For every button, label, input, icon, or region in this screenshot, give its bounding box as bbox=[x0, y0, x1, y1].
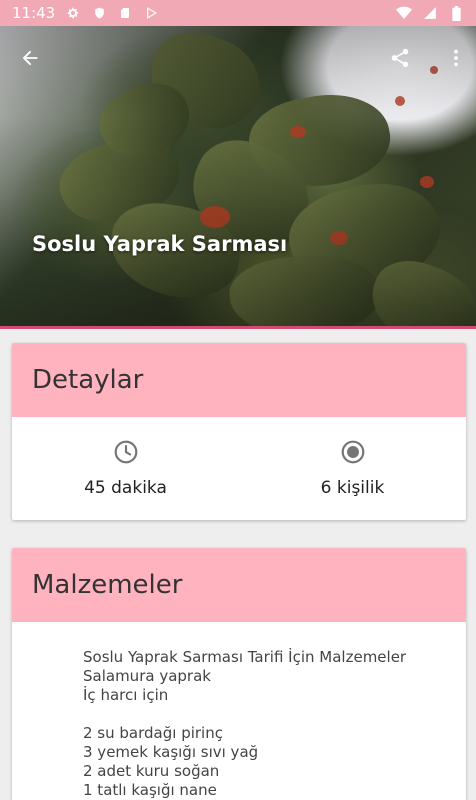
ingredient-line: 1 tatlı kaşığı nane bbox=[83, 781, 217, 799]
sd-card-icon bbox=[117, 5, 133, 21]
play-store-icon bbox=[143, 5, 159, 21]
gear-icon bbox=[65, 5, 81, 21]
ingredient-line: 2 su bardağı pirinç bbox=[83, 724, 223, 742]
servings-value: 6 kişilik bbox=[320, 478, 385, 498]
status-bar: 11:43 bbox=[0, 0, 476, 26]
clock-icon bbox=[113, 439, 139, 470]
details-body: 45 dakika 6 kişilik bbox=[12, 417, 466, 520]
servings: 6 kişilik bbox=[239, 417, 466, 520]
battery-icon bbox=[448, 5, 464, 21]
radio-circle-icon bbox=[340, 439, 366, 470]
ingredients-card: Malzemeler Soslu Yaprak Sarması Tarifi İ… bbox=[12, 548, 466, 800]
shield-icon bbox=[91, 5, 107, 21]
ingredients-list: Soslu Yaprak Sarması Tarifi İçin Malzeme… bbox=[12, 622, 466, 800]
ingredient-line: Soslu Yaprak Sarması Tarifi İçin Malzeme… bbox=[83, 648, 407, 666]
prep-time: 45 dakika bbox=[12, 417, 239, 520]
signal-icon bbox=[422, 5, 438, 21]
recipe-hero-image: Soslu Yaprak Sarması bbox=[0, 26, 476, 328]
hero-divider bbox=[0, 326, 476, 329]
ingredients-heading: Malzemeler bbox=[12, 548, 466, 622]
wifi-icon bbox=[396, 5, 412, 21]
prep-time-value: 45 dakika bbox=[84, 478, 167, 498]
ingredient-line: 3 yemek kaşığı sıvı yağ bbox=[83, 743, 259, 761]
ingredient-line: 2 adet kuru soğan bbox=[83, 762, 220, 780]
status-time: 11:43 bbox=[12, 4, 56, 22]
recipe-title: Soslu Yaprak Sarması bbox=[32, 232, 288, 256]
details-heading: Detaylar bbox=[12, 343, 466, 417]
ingredient-line: İç harcı için bbox=[83, 686, 169, 704]
ingredient-line bbox=[83, 705, 446, 724]
share-icon[interactable] bbox=[384, 42, 416, 74]
more-vert-icon[interactable] bbox=[440, 42, 472, 74]
toolbar bbox=[0, 26, 476, 90]
details-card: Detaylar 45 dakika 6 kişilik bbox=[12, 343, 466, 520]
ingredient-line: Salamura yaprak bbox=[83, 667, 211, 685]
back-arrow-icon[interactable] bbox=[14, 42, 46, 74]
